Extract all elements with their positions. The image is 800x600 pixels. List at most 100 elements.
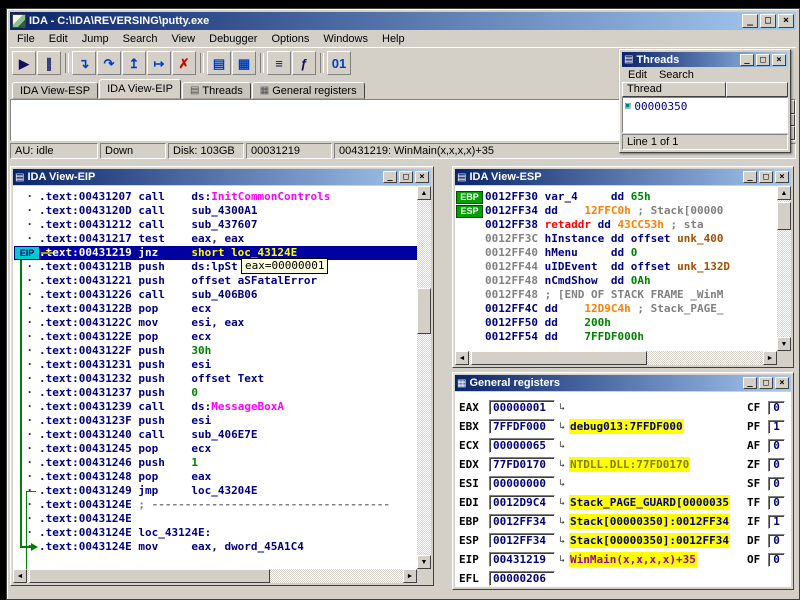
- stack-line[interactable]: 0012FF30 var_4 dd 65h: [455, 190, 777, 204]
- jump-arrow-icon[interactable]: ↳: [555, 476, 569, 491]
- register-value[interactable]: 00000001: [489, 400, 555, 415]
- scrollbar-track[interactable]: [27, 569, 403, 583]
- jump-arrow-icon[interactable]: ↳: [555, 552, 569, 567]
- pause-process-button[interactable]: ∥: [37, 51, 61, 75]
- close-button[interactable]: ×: [778, 14, 794, 28]
- horizontal-scrollbar[interactable]: ◄ ►: [13, 569, 417, 583]
- disasm-line[interactable]: ·.text:00431246 push 1: [13, 456, 417, 470]
- disasm-line[interactable]: ·.text:0043120D call sub_4300A1: [13, 204, 417, 218]
- stack-line[interactable]: 0012FF38 retaddr dd 43CC53h ; sta: [455, 218, 777, 232]
- disasm-line[interactable]: ·.text:00431231 push esi: [13, 358, 417, 372]
- scrollbar-track[interactable]: [469, 351, 763, 365]
- scrollbar-track[interactable]: [417, 200, 431, 555]
- scroll-up-button[interactable]: ▲: [417, 186, 431, 200]
- flag-value[interactable]: 0: [768, 496, 785, 510]
- flag-value[interactable]: 0: [768, 439, 785, 453]
- disasm-line[interactable]: ·.text:00431212 call sub_437607: [13, 218, 417, 232]
- flag-value[interactable]: 0: [768, 401, 785, 415]
- jump-arrow-icon[interactable]: ↳: [555, 438, 569, 453]
- disasm-line[interactable]: ·.text:0043122E pop ecx: [13, 330, 417, 344]
- tab-ida-view-eip[interactable]: IDA View-EIP: [99, 79, 181, 99]
- toolbar-separator[interactable]: [317, 51, 326, 75]
- register-value[interactable]: 00431219: [489, 552, 555, 567]
- maximize-button[interactable]: □: [759, 171, 773, 183]
- toolbar-separator[interactable]: [257, 51, 266, 75]
- register-annotation[interactable]: Stack_PAGE_GUARD[0000035: [569, 495, 730, 510]
- jump-menu[interactable]: Jump: [75, 31, 116, 47]
- maximize-button[interactable]: □: [760, 14, 776, 28]
- flag-value[interactable]: 0: [768, 458, 785, 472]
- toolbar-separator[interactable]: [197, 51, 206, 75]
- disasm-line[interactable]: ·.text:00431248 pop eax: [13, 470, 417, 484]
- stack-line[interactable]: 0012FF48 nCmdShow dd 0Ah: [455, 274, 777, 288]
- jump-arrow-icon[interactable]: ↳: [555, 495, 569, 510]
- segments-button[interactable]: ≡: [267, 51, 291, 75]
- thread-column-header[interactable]: Thread: [622, 82, 726, 97]
- disasm-line[interactable]: ·.text:0043123F push esi: [13, 414, 417, 428]
- disasm-line[interactable]: ·.text:00431239 call ds:MessageBoxA: [13, 400, 417, 414]
- register-annotation[interactable]: WinMain(x,x,x,x)+35: [569, 552, 697, 567]
- help-menu[interactable]: Help: [375, 31, 412, 47]
- run-until-return-button[interactable]: ↥: [122, 51, 146, 75]
- step-over-button[interactable]: ↷: [97, 51, 121, 75]
- close-button[interactable]: ×: [415, 171, 429, 183]
- threads-edit-menu[interactable]: Edit: [622, 68, 653, 82]
- scroll-left-button[interactable]: ◄: [455, 351, 469, 365]
- register-value[interactable]: 0012FF34: [489, 533, 555, 548]
- stack-line[interactable]: 0012FF44 uIDEvent dd offset unk_132D: [455, 260, 777, 274]
- flag-value[interactable]: 0: [768, 477, 785, 491]
- minimize-button[interactable]: _: [743, 171, 757, 183]
- register-annotation[interactable]: Stack[00000350]:0012FF34: [569, 533, 730, 548]
- threads-titlebar[interactable]: ▤ Threads _□×: [622, 52, 788, 67]
- toolbar-separator[interactable]: [62, 51, 71, 75]
- window-titlebar[interactable]: IDA - C:\IDA\REVERSING\putty.exe _□×: [10, 12, 796, 30]
- tab-general-registers[interactable]: ▦General registers: [252, 82, 365, 99]
- binary-mode-button[interactable]: 01: [327, 51, 351, 75]
- disasm-line[interactable]: ·.text:0043124E: [13, 512, 417, 526]
- scroll-down-button[interactable]: ▼: [777, 337, 791, 351]
- flag-value[interactable]: 1: [768, 515, 785, 529]
- close-button[interactable]: ×: [772, 54, 786, 66]
- register-value[interactable]: 0012D9C4: [489, 495, 555, 510]
- stack-line[interactable]: 0012FF50 dd 200h: [455, 316, 777, 330]
- register-value[interactable]: 00000206: [489, 571, 555, 586]
- stack-line[interactable]: 0012FF34 dd 12FFC0h ; Stack[00000: [455, 204, 777, 218]
- scroll-down-button[interactable]: ▼: [417, 555, 431, 569]
- view-menu[interactable]: View: [164, 31, 202, 47]
- vertical-scrollbar[interactable]: ▲ ▼: [417, 186, 431, 569]
- thread-row[interactable]: ▣00000350: [625, 99, 785, 113]
- ida-view-eip-titlebar[interactable]: ▤ IDA View-EIP _□×: [13, 169, 431, 185]
- minimize-button[interactable]: _: [742, 14, 758, 28]
- scrollbar-thumb[interactable]: [777, 202, 791, 230]
- tab-ida-view-esp[interactable]: IDA View-ESP: [12, 82, 98, 99]
- disasm-line[interactable]: ·.text:0043124E loc_43124E:: [13, 526, 417, 540]
- open-threads-window-button[interactable]: ▤: [207, 51, 231, 75]
- disasm-line[interactable]: ·.text:00431249 jmp loc_43204E: [13, 484, 417, 498]
- run-to-cursor-button[interactable]: ↦: [147, 51, 171, 75]
- functions-button[interactable]: ƒ: [292, 51, 316, 75]
- register-value[interactable]: 00000065: [489, 438, 555, 453]
- stack-line[interactable]: 0012FF54 dd 7FFDF000h: [455, 330, 777, 344]
- scroll-right-button[interactable]: ►: [763, 351, 777, 365]
- disasm-line[interactable]: ·.text:00431219 jnz short loc_43124E: [13, 246, 417, 260]
- disasm-line[interactable]: ·.text:0043124E mov eax, dword_45A1C4: [13, 540, 417, 554]
- scrollbar-track[interactable]: [777, 200, 791, 337]
- disasm-line[interactable]: ·.text:0043122F push 30h: [13, 344, 417, 358]
- threads-search-menu[interactable]: Search: [653, 68, 700, 82]
- jump-arrow-icon[interactable]: ↳: [555, 400, 569, 415]
- disasm-line[interactable]: ·.text:00431217 test eax, eax: [13, 232, 417, 246]
- register-value[interactable]: 0012FF34: [489, 514, 555, 529]
- cancel-debugger-button[interactable]: ✗: [172, 51, 196, 75]
- disasm-line[interactable]: ·.text:00431237 push 0: [13, 386, 417, 400]
- disasm-line[interactable]: ·.text:00431245 pop ecx: [13, 442, 417, 456]
- disasm-line[interactable]: ·.text:0043122C mov esi, eax: [13, 316, 417, 330]
- scroll-left-button[interactable]: ◄: [13, 569, 27, 583]
- register-annotation[interactable]: Stack[00000350]:0012FF34: [569, 514, 730, 529]
- register-annotation[interactable]: NTDLL.DLL:77FD0170: [569, 457, 690, 472]
- disasm-line[interactable]: ·.text:0043124E ; ----------------------…: [13, 498, 417, 512]
- flag-value[interactable]: 0: [768, 553, 785, 567]
- stack-line[interactable]: 0012FF40 hMenu dd 0: [455, 246, 777, 260]
- disasm-line[interactable]: ·.text:00431232 push offset Text: [13, 372, 417, 386]
- disasm-line[interactable]: ·.text:00431226 call sub_406B06: [13, 288, 417, 302]
- maximize-button[interactable]: □: [756, 54, 770, 66]
